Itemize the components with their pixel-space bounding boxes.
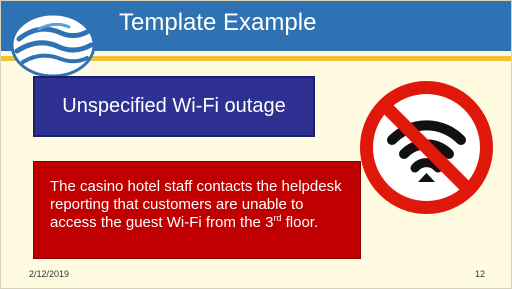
incident-description-box: The casino hotel staff contacts the help…: [33, 161, 361, 259]
footer-date: 2/12/2019: [29, 269, 70, 279]
outage-label: Unspecified Wi-Fi outage: [62, 95, 286, 117]
slide-title: Template Example: [119, 9, 317, 36]
outage-label-box: Unspecified Wi-Fi outage: [33, 76, 315, 137]
no-wifi-icon: [360, 81, 493, 214]
description-text-end: floor.: [281, 214, 319, 231]
page-number: 12: [475, 269, 486, 279]
wave-logo-icon: [10, 12, 96, 78]
slide: Template Example Unspecified Wi-Fi outag…: [0, 0, 512, 289]
